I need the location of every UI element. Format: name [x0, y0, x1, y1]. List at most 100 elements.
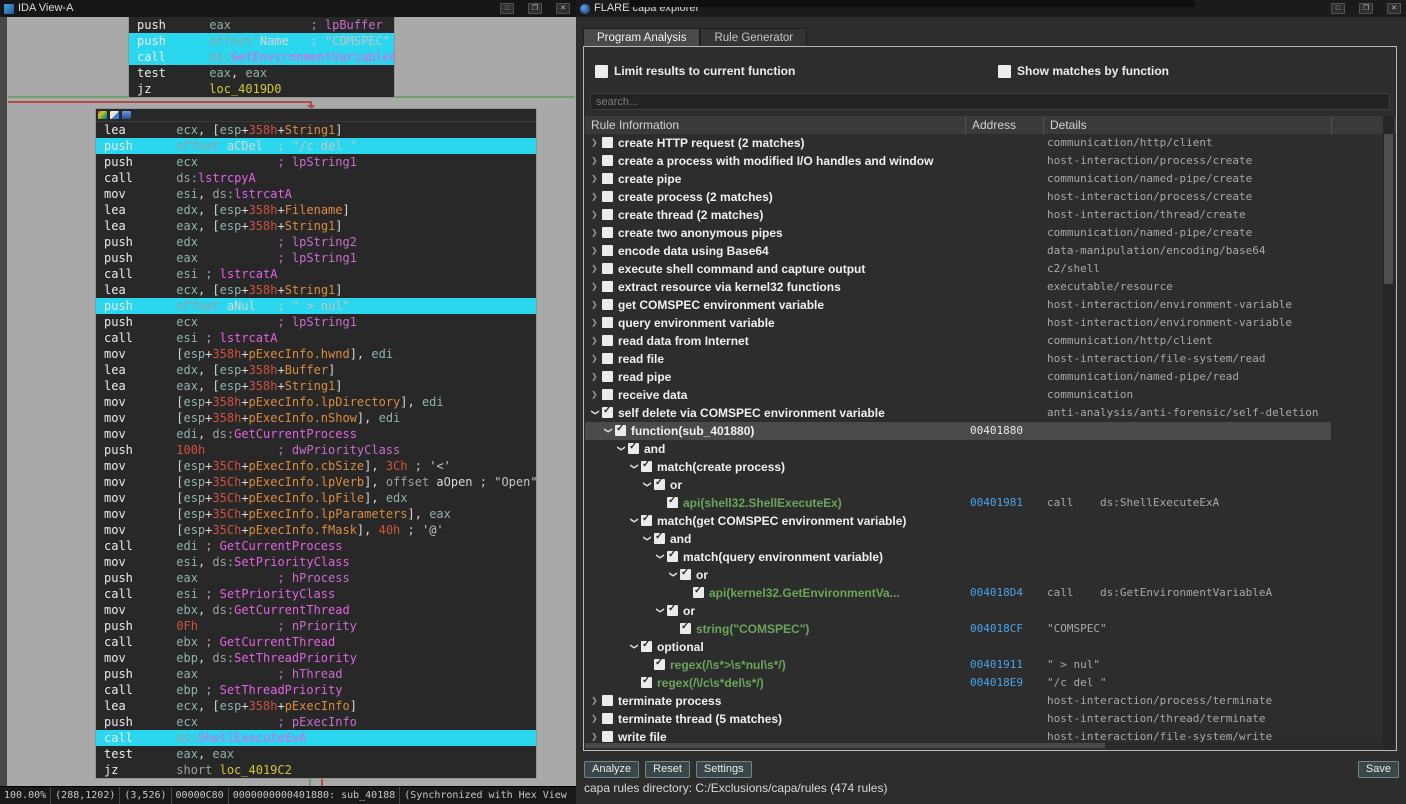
rule-row[interactable]: ❯and [585, 440, 1383, 458]
asm-line-highlighted[interactable]: push offset aNul ; " > nul" [96, 298, 536, 314]
rule-checkbox[interactable] [693, 585, 704, 598]
asm-line[interactable]: push ecx ; lpString1 [96, 154, 536, 170]
asm-line[interactable]: jz short loc_4019C2 [96, 762, 536, 778]
rule-checkbox[interactable] [641, 675, 652, 688]
rule-checkbox[interactable] [602, 695, 613, 706]
asm-line-highlighted[interactable]: push offset Name ; "COMSPEC" [129, 33, 394, 49]
expand-arrow-icon[interactable]: ❯ [591, 350, 601, 368]
rule-checkbox[interactable] [654, 477, 665, 490]
header-address[interactable]: Address [965, 116, 1043, 134]
tab-program-analysis[interactable]: Program Analysis [583, 28, 701, 46]
rule-row[interactable]: api(kernel32.GetEnvironmentVa... 004018D4… [585, 584, 1383, 602]
filter-limit-current-function[interactable]: Limit results to current function [595, 64, 795, 78]
asm-line[interactable]: mov [esp+358h+pExecInfo.lpDirectory], ed… [96, 394, 536, 410]
expand-arrow-icon[interactable]: ❯ [591, 296, 601, 314]
rule-checkbox[interactable] [667, 495, 678, 508]
settings-button[interactable]: Settings [695, 761, 752, 778]
rule-checkbox[interactable] [602, 137, 613, 148]
asm-line[interactable]: push eax ; lpBuffer [129, 17, 394, 33]
basic-block-comspec[interactable]: push eax ; lpBuffer push offset Name ; "C… [128, 17, 395, 98]
expand-arrow-icon[interactable]: ❯ [591, 152, 601, 170]
rule-row[interactable]: api(shell32.ShellExecuteEx) 00401981 call … [585, 494, 1383, 512]
rule-row[interactable]: ❯ create process (2 matches) host-interact… [585, 188, 1383, 206]
analyze-button[interactable]: Analyze [584, 761, 640, 778]
asm-line[interactable]: test eax, eax [129, 65, 394, 81]
rule-checkbox[interactable] [602, 281, 613, 292]
asm-line[interactable]: mov [esp+35Ch+pExecInfo.cbSize], 3Ch ; '… [96, 458, 536, 474]
rule-checkbox[interactable] [602, 299, 613, 310]
restore-button[interactable]: ❐ [1359, 3, 1373, 14]
expand-arrow-icon[interactable]: ❯ [591, 386, 601, 404]
rule-row[interactable]: ❯ create a process with modified I/O hand… [585, 152, 1383, 170]
rule-row[interactable]: ❯ receive data communication [585, 386, 1383, 404]
asm-line[interactable]: mov [esp+35Ch+pExecInfo.fMask], 40h ; '@… [96, 522, 536, 538]
rule-row[interactable]: ❯or [585, 566, 1383, 584]
rule-checkbox[interactable] [602, 209, 613, 220]
rule-row[interactable]: ❯self delete via COMSPEC environment var… [585, 404, 1383, 422]
rule-row[interactable]: ❯match(get COMSPEC environment variable) [585, 512, 1383, 530]
asm-line[interactable]: call esi ; SetPriorityClass [96, 586, 536, 602]
asm-line[interactable]: mov [esp+358h+pExecInfo.hwnd], edi [96, 346, 536, 362]
restore-button[interactable]: ❐ [528, 3, 542, 14]
filter-show-matches[interactable]: Show matches by function [998, 64, 1169, 78]
expand-arrow-icon[interactable]: ❯ [591, 710, 601, 728]
asm-line[interactable]: call edi ; GetCurrentProcess [96, 538, 536, 554]
expand-arrow-icon[interactable]: ❯ [591, 206, 601, 224]
rule-checkbox[interactable] [602, 371, 613, 382]
rule-checkbox[interactable] [667, 549, 678, 562]
rule-checkbox[interactable] [602, 245, 613, 256]
rule-row[interactable]: regex(/\/c\s*del\s*/) 004018E9 "/c del " [585, 674, 1383, 692]
rule-row[interactable]: ❯or [585, 602, 1383, 620]
ida-titlebar[interactable]: IDA View-A □ ❐ ✕ [0, 0, 576, 17]
asm-line[interactable]: push eax ; lpString1 [96, 250, 536, 266]
rule-checkbox[interactable] [602, 227, 613, 238]
hscrollbar-thumb[interactable] [585, 743, 1105, 748]
rule-row[interactable]: ❯ terminate process host-interaction/proce… [585, 692, 1383, 710]
header-details[interactable]: Details [1043, 116, 1331, 134]
rule-checkbox[interactable] [602, 191, 613, 202]
asm-line[interactable]: lea ecx, [esp+358h+pExecInfo] [96, 698, 536, 714]
asm-line[interactable]: mov esi, ds:SetPriorityClass [96, 554, 536, 570]
asm-line[interactable]: push 0Fh ; nPriority [96, 618, 536, 634]
close-button[interactable]: ✕ [1387, 3, 1401, 14]
rule-row[interactable]: ❯function(sub_401880)00401880 [585, 422, 1331, 440]
horizontal-scrollbar[interactable] [585, 742, 1382, 749]
expand-arrow-icon[interactable]: ❯ [591, 224, 601, 242]
rule-checkbox[interactable] [654, 531, 665, 544]
rule-row[interactable]: ❯ read data from Internet communication/ht… [585, 332, 1383, 350]
expand-arrow-icon[interactable]: ❯ [591, 242, 601, 260]
asm-line[interactable]: mov edi, ds:GetCurrentProcess [96, 426, 536, 442]
rule-row[interactable]: string("COMSPEC") 004018CF "COMSPEC" [585, 620, 1383, 638]
show-matches-checkbox[interactable] [998, 64, 1011, 78]
asm-line[interactable]: mov [esp+35Ch+pExecInfo.lpParameters], e… [96, 506, 536, 522]
node-color-icon[interactable] [98, 111, 107, 119]
rule-checkbox[interactable] [602, 713, 613, 724]
rule-row[interactable]: ❯ extract resource via kernel32 functions… [585, 278, 1383, 296]
expand-arrow-icon[interactable]: ❯ [591, 134, 601, 152]
rule-checkbox[interactable] [680, 621, 691, 634]
limit-results-checkbox[interactable] [595, 64, 608, 78]
rule-row[interactable]: ❯ create HTTP request (2 matches) communic… [585, 134, 1383, 152]
rule-row[interactable]: ❯ create two anonymous pipes communication… [585, 224, 1383, 242]
rule-row[interactable]: ❯ terminate thread (5 matches) host-intera… [585, 710, 1383, 728]
rule-checkbox[interactable] [602, 155, 613, 166]
rule-checkbox[interactable] [602, 263, 613, 274]
rule-row[interactable]: ❯ get COMSPEC environment variable host-in… [585, 296, 1383, 314]
close-button[interactable]: ✕ [556, 3, 570, 14]
asm-line[interactable]: mov [esp+35Ch+pExecInfo.lpVerb], offset … [96, 474, 536, 490]
asm-line[interactable]: call ds:lstrcpyA [96, 170, 536, 186]
rule-checkbox[interactable] [680, 567, 691, 580]
expand-arrow-icon[interactable]: ❯ [591, 368, 601, 386]
rule-checkbox[interactable] [602, 173, 613, 184]
rule-row[interactable]: ❯ read file host-interaction/file-system/r… [585, 350, 1383, 368]
rule-checkbox[interactable] [602, 317, 613, 328]
asm-line[interactable]: mov [esp+358h+pExecInfo.nShow], edi [96, 410, 536, 426]
asm-line[interactable]: mov ebx, ds:GetCurrentThread [96, 602, 536, 618]
asm-line[interactable]: call ebp ; SetThreadPriority [96, 682, 536, 698]
expand-arrow-icon[interactable]: ❯ [591, 170, 601, 188]
disassembly-graph[interactable]: push eax ; lpBuffer push offset Name ; "C… [0, 17, 576, 786]
asm-line[interactable]: push ecx ; lpString1 [96, 314, 536, 330]
rule-row[interactable]: ❯optional [585, 638, 1383, 656]
asm-line[interactable]: call ebx ; GetCurrentThread [96, 634, 536, 650]
rule-checkbox[interactable] [602, 405, 613, 418]
